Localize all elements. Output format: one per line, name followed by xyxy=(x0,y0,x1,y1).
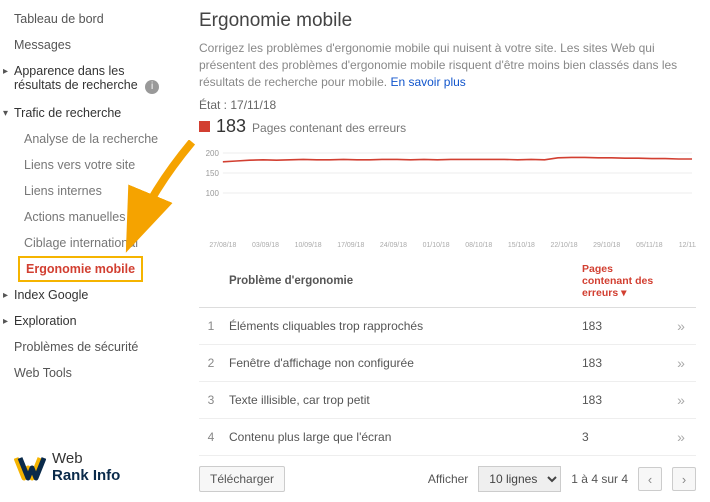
table-row[interactable]: 3Texte illisible, car trop petit183» xyxy=(199,382,696,419)
col-errors[interactable]: Pages contenant des erreurs ▾ xyxy=(576,255,666,308)
row-count: 183 xyxy=(576,382,666,419)
sidebar-item-dashboard[interactable]: Tableau de bord xyxy=(6,6,175,32)
sidebar-group-crawl[interactable]: Exploration xyxy=(6,308,175,334)
sidebar-item-web-tools[interactable]: Web Tools xyxy=(6,360,175,386)
sidebar: Tableau de bord Messages Apparence dans … xyxy=(0,0,175,500)
sidebar-item-mobile-usability[interactable]: Ergonomie mobile xyxy=(18,256,143,282)
svg-text:100: 100 xyxy=(206,189,220,198)
row-index: 1 xyxy=(199,308,223,345)
sidebar-item-security[interactable]: Problèmes de sécurité xyxy=(6,334,175,360)
sidebar-group-search-traffic[interactable]: Trafic de recherche xyxy=(6,100,175,126)
logo-text-line1: Web xyxy=(52,451,120,468)
legend-color-swatch xyxy=(199,121,210,132)
status-date: État : 17/11/18 xyxy=(199,98,696,112)
svg-text:10/09/18: 10/09/18 xyxy=(295,242,322,249)
row-issue: Contenu plus large que l'écran xyxy=(223,419,576,456)
download-button[interactable]: Télécharger xyxy=(199,466,285,492)
svg-text:200: 200 xyxy=(206,149,220,158)
sidebar-item-manual-actions[interactable]: Actions manuelles xyxy=(6,204,175,230)
legend-label: Pages contenant des erreurs xyxy=(252,121,406,135)
logo-text-line2: Rank Info xyxy=(52,468,120,485)
chevron-right-icon[interactable]: » xyxy=(666,382,696,419)
row-count: 183 xyxy=(576,345,666,382)
svg-text:29/10/18: 29/10/18 xyxy=(593,242,620,249)
learn-more-link[interactable]: En savoir plus xyxy=(390,75,465,89)
next-page-button[interactable]: › xyxy=(672,467,696,491)
info-icon: i xyxy=(145,80,159,94)
sidebar-group-label: Apparence dans les résultats de recherch… xyxy=(14,64,138,92)
sidebar-group-search-appearance[interactable]: Apparence dans les résultats de recherch… xyxy=(6,58,175,100)
page-title: Ergonomie mobile xyxy=(199,10,696,32)
chevron-right-icon[interactable]: » xyxy=(666,308,696,345)
row-index: 4 xyxy=(199,419,223,456)
issues-table: Problème d'ergonomie Pages contenant des… xyxy=(199,255,696,456)
row-index: 3 xyxy=(199,382,223,419)
logo-icon xyxy=(14,452,46,484)
svg-text:17/09/18: 17/09/18 xyxy=(337,242,364,249)
svg-text:12/11/18: 12/11/18 xyxy=(679,242,696,249)
table-row[interactable]: 4Contenu plus large que l'écran3» xyxy=(199,419,696,456)
svg-text:150: 150 xyxy=(206,169,220,178)
chevron-right-icon[interactable]: » xyxy=(666,419,696,456)
svg-text:08/10/18: 08/10/18 xyxy=(465,242,492,249)
main-content: Ergonomie mobile Corrigez les problèmes … xyxy=(175,0,710,500)
sidebar-group-google-index[interactable]: Index Google xyxy=(6,282,175,308)
row-issue: Texte illisible, car trop petit xyxy=(223,382,576,419)
row-issue: Éléments cliquables trop rapprochés xyxy=(223,308,576,345)
svg-text:27/08/18: 27/08/18 xyxy=(209,242,236,249)
sidebar-item-internal-links[interactable]: Liens internes xyxy=(6,178,175,204)
show-label: Afficher xyxy=(428,472,468,486)
chevron-right-icon[interactable]: » xyxy=(666,345,696,382)
svg-text:24/09/18: 24/09/18 xyxy=(380,242,407,249)
row-count: 3 xyxy=(576,419,666,456)
svg-text:01/10/18: 01/10/18 xyxy=(423,242,450,249)
rows-select[interactable]: 10 lignes xyxy=(478,466,561,492)
table-row[interactable]: 1Éléments cliquables trop rapprochés183» xyxy=(199,308,696,345)
svg-text:22/10/18: 22/10/18 xyxy=(551,242,578,249)
table-row[interactable]: 2Fenêtre d'affichage non configurée183» xyxy=(199,345,696,382)
svg-text:05/11/18: 05/11/18 xyxy=(636,242,663,249)
row-issue: Fenêtre d'affichage non configurée xyxy=(223,345,576,382)
error-chart: 100 150 200 27/08/18 03/09/18 10/09/18 17/09/1… xyxy=(199,141,696,251)
svg-text:03/09/18: 03/09/18 xyxy=(252,242,279,249)
sidebar-item-links-to-site[interactable]: Liens vers votre site xyxy=(6,152,175,178)
legend-count: 183 xyxy=(216,116,246,137)
sidebar-item-messages[interactable]: Messages xyxy=(6,32,175,58)
row-index: 2 xyxy=(199,345,223,382)
pager-text: 1 à 4 sur 4 xyxy=(571,472,628,486)
table-footer: Télécharger Afficher 10 lignes 1 à 4 sur… xyxy=(199,456,696,502)
page-description: Corrigez les problèmes d'ergonomie mobil… xyxy=(199,40,696,90)
chart-legend: 183 Pages contenant des erreurs xyxy=(199,116,696,137)
row-count: 183 xyxy=(576,308,666,345)
logo: Web Rank Info xyxy=(14,451,120,484)
svg-text:15/10/18: 15/10/18 xyxy=(508,242,535,249)
col-issue[interactable]: Problème d'ergonomie xyxy=(223,255,576,308)
sidebar-item-search-analysis[interactable]: Analyse de la recherche xyxy=(6,126,175,152)
sidebar-item-intl-targeting[interactable]: Ciblage international xyxy=(6,230,175,256)
prev-page-button[interactable]: ‹ xyxy=(638,467,662,491)
